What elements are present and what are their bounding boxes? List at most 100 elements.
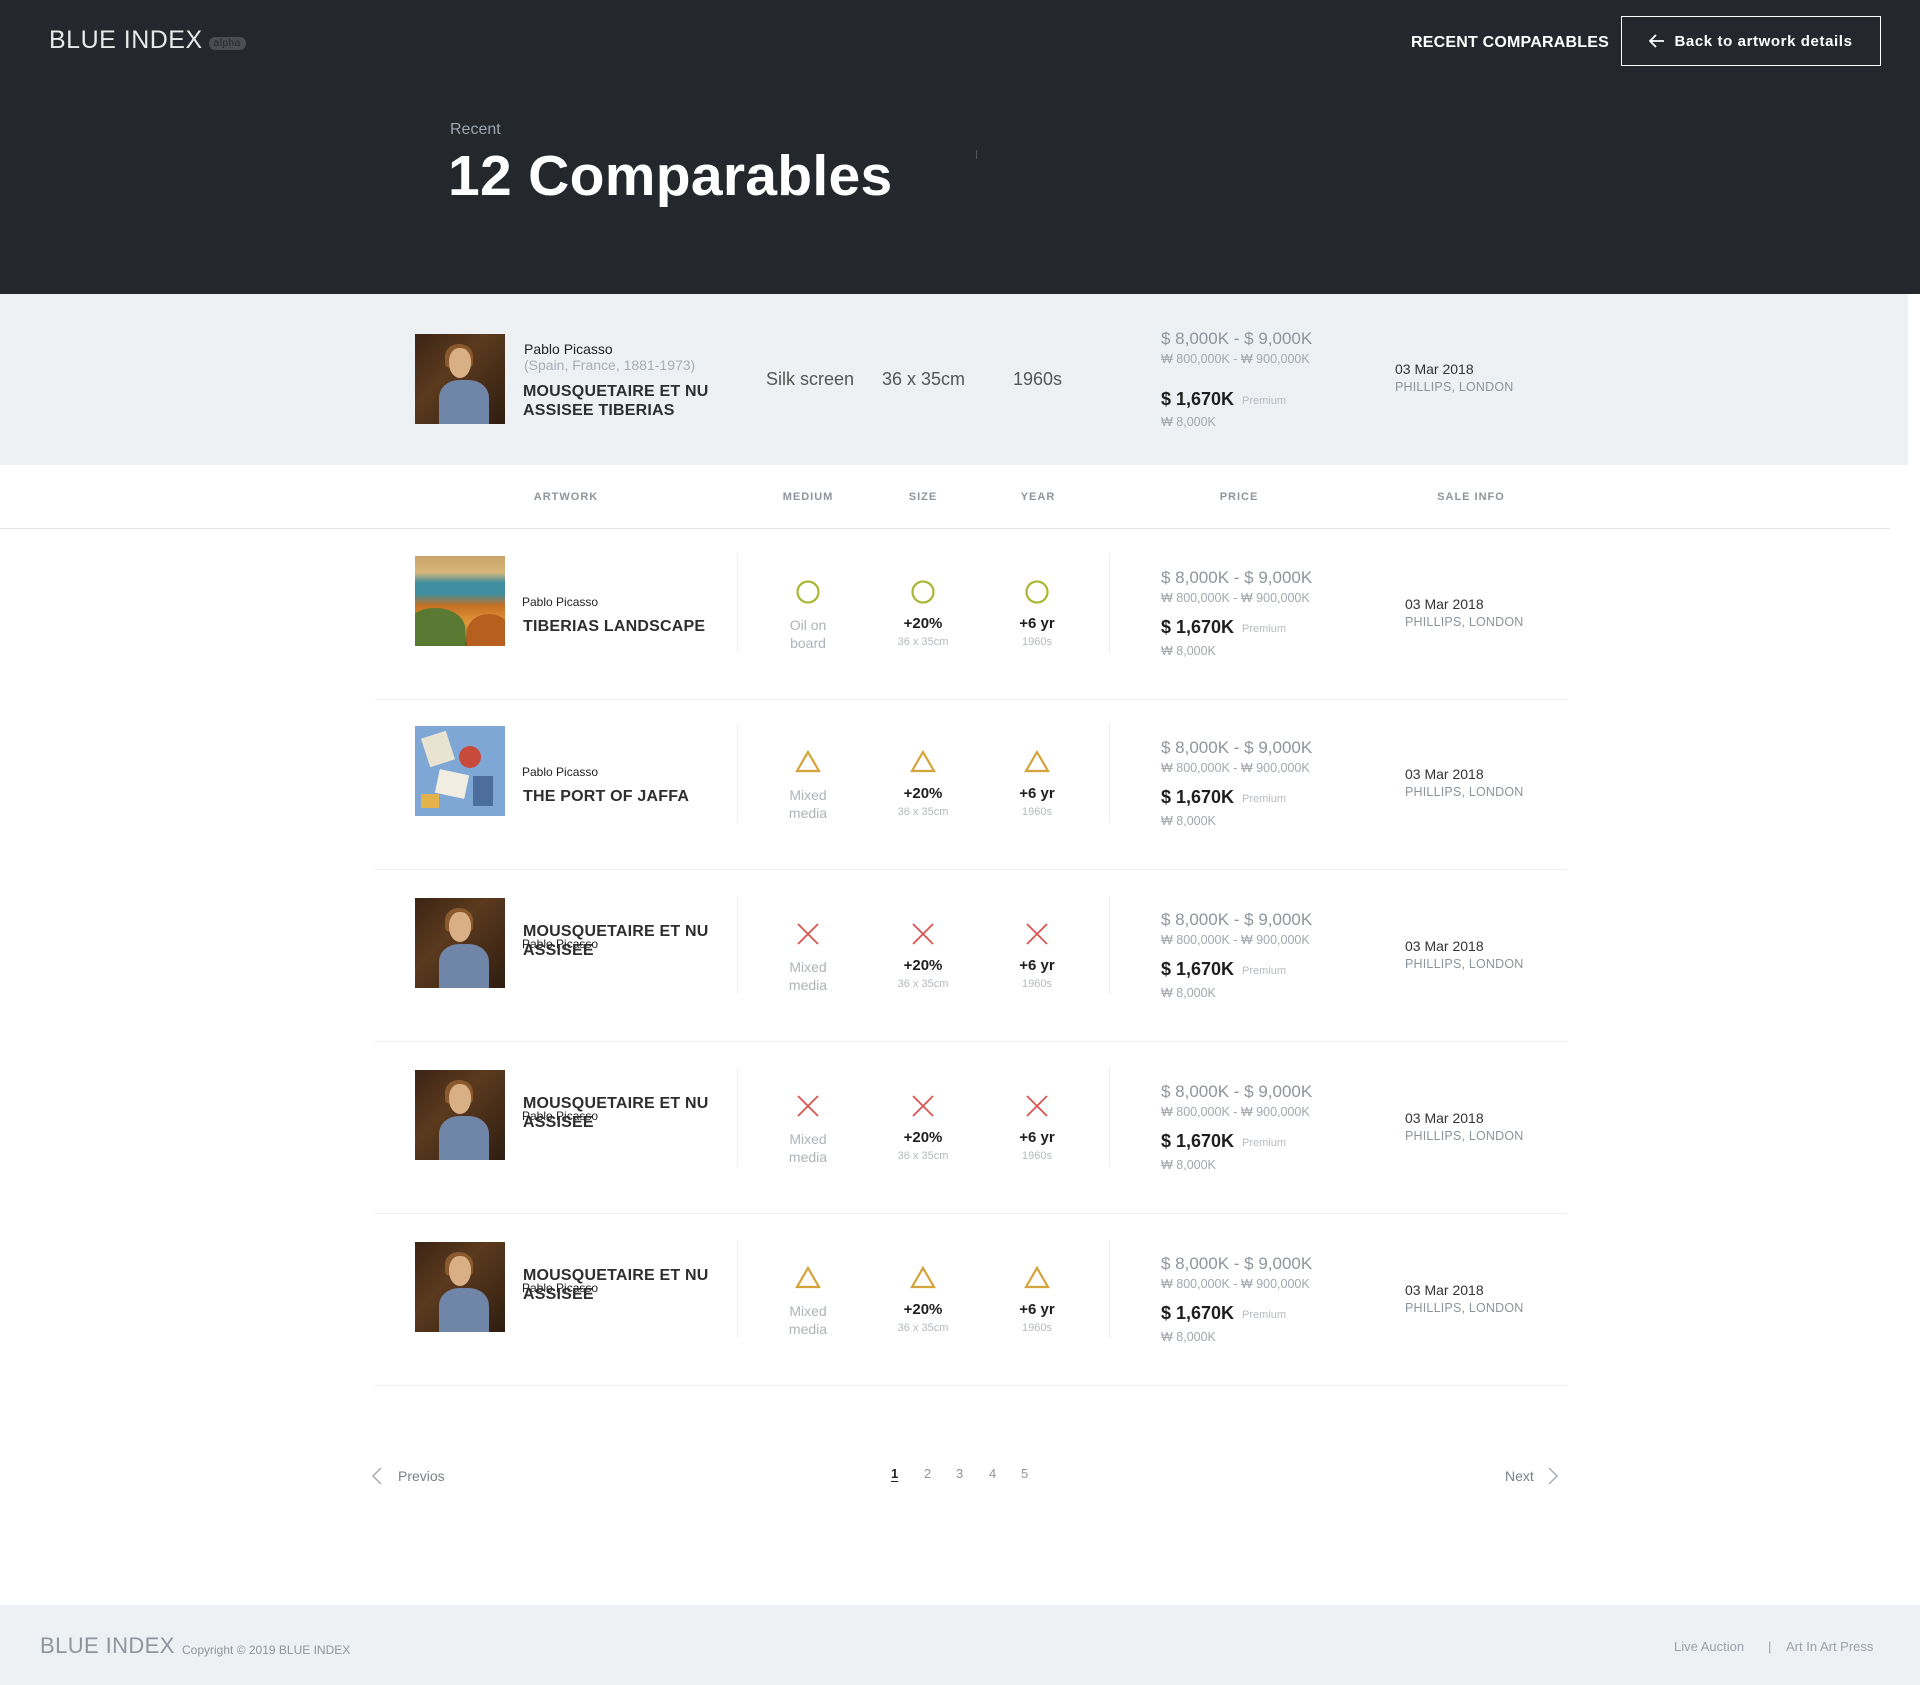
pagination-page-5[interactable]: 5 bbox=[1021, 1466, 1028, 1481]
estimate-krw: ₩ 800,000K - ₩ 900,000K bbox=[1161, 761, 1310, 775]
footer-link-art-press[interactable]: Art In Art Press bbox=[1786, 1639, 1873, 1654]
reference-premium-label: Premium bbox=[1242, 395, 1287, 407]
reference-artist: Pablo Picasso bbox=[524, 341, 613, 357]
triangle-match-icon bbox=[1023, 748, 1051, 776]
year-value: 1960s bbox=[1022, 806, 1052, 818]
reference-title[interactable]: MOUSQUETAIRE ET NU ASSISEE TIBERIAS bbox=[523, 382, 723, 420]
artwork-thumbnail[interactable] bbox=[415, 726, 505, 816]
sale-date: 03 Mar 2018 bbox=[1405, 938, 1484, 954]
estimate-krw: ₩ 800,000K - ₩ 900,000K bbox=[1161, 933, 1310, 947]
footer-separator: | bbox=[1768, 1639, 1772, 1654]
artwork-artist: Pablo Picasso bbox=[522, 765, 599, 779]
footer-link-live-auction[interactable]: Live Auction bbox=[1674, 1639, 1744, 1654]
artwork-title[interactable]: MOUSQUETAIRE ET NU ASSISEE bbox=[523, 1094, 713, 1132]
medium-value: Mixed media bbox=[788, 959, 828, 993]
pagination-page-4[interactable]: 4 bbox=[989, 1466, 996, 1481]
premium-label: Premium bbox=[1242, 623, 1287, 635]
footer: BLUE INDEX Copyright © 2019 BLUE INDEX L… bbox=[0, 1605, 1920, 1685]
sale-date: 03 Mar 2018 bbox=[1405, 1282, 1484, 1298]
reference-estimate-krw: ₩ 800,000K - ₩ 900,000K bbox=[1161, 352, 1310, 366]
size-diff: +20% bbox=[903, 615, 943, 632]
artwork-thumbnail[interactable] bbox=[415, 898, 505, 988]
column-divider bbox=[737, 554, 738, 652]
artwork-thumbnail[interactable] bbox=[415, 1070, 505, 1160]
sale-house: PHILLIPS, LONDON bbox=[1405, 957, 1524, 971]
circle-match-icon bbox=[909, 578, 937, 606]
estimate-usd: $ 8,000K - $ 9,000K bbox=[1161, 1082, 1313, 1101]
logo[interactable]: BLUE INDEX alpha bbox=[49, 26, 246, 55]
size-value: 36 x 35cm bbox=[897, 806, 949, 818]
year-diff: +6 yr bbox=[1019, 785, 1055, 802]
reference-price-usd: $ 1,670K bbox=[1161, 389, 1235, 409]
triangle-match-icon bbox=[909, 748, 937, 776]
column-header-medium[interactable]: MEDIUM bbox=[783, 491, 834, 503]
column-divider bbox=[737, 1068, 738, 1166]
triangle-match-icon bbox=[1023, 1264, 1051, 1292]
cross-mismatch-icon bbox=[1023, 1092, 1051, 1120]
artwork-title[interactable]: MOUSQUETAIRE ET NU ASSISEE bbox=[523, 1266, 713, 1304]
medium-value: Mixed media bbox=[788, 1131, 828, 1165]
size-diff: +20% bbox=[903, 1129, 943, 1146]
sale-house: PHILLIPS, LONDON bbox=[1405, 615, 1524, 629]
artwork-artist: Pablo Picasso bbox=[522, 595, 599, 609]
year-value: 1960s bbox=[1022, 978, 1052, 990]
nav-recent-comparables[interactable]: RECENT COMPARABLES bbox=[1411, 34, 1609, 52]
triangle-match-icon bbox=[909, 1264, 937, 1292]
pagination-page-2[interactable]: 2 bbox=[924, 1466, 931, 1481]
column-divider bbox=[1109, 1068, 1110, 1166]
footer-logo[interactable]: BLUE INDEX bbox=[40, 1633, 175, 1659]
sale-date: 03 Mar 2018 bbox=[1405, 766, 1484, 782]
column-divider bbox=[1109, 1240, 1110, 1338]
row-divider bbox=[375, 1385, 1567, 1386]
year-diff: +6 yr bbox=[1019, 1301, 1055, 1318]
pagination-prev-label: Previos bbox=[398, 1468, 445, 1484]
pagination-next[interactable]: Next bbox=[1505, 1467, 1558, 1485]
chevron-left-icon bbox=[372, 1467, 382, 1485]
pagination-page-3[interactable]: 3 bbox=[956, 1466, 963, 1481]
artwork-thumbnail[interactable] bbox=[415, 556, 505, 646]
row-divider bbox=[375, 1041, 1567, 1042]
sale-house: PHILLIPS, LONDON bbox=[1405, 785, 1524, 799]
column-header-size[interactable]: SIZE bbox=[909, 491, 937, 503]
year-diff: +6 yr bbox=[1019, 615, 1055, 632]
pagination-next-label: Next bbox=[1505, 1468, 1534, 1484]
sale-house: PHILLIPS, LONDON bbox=[1405, 1301, 1524, 1315]
column-header-sale-info[interactable]: SALE INFO bbox=[1437, 491, 1505, 503]
reference-sale-date: 03 Mar 2018 bbox=[1395, 361, 1474, 377]
price-krw: ₩ 8,000K bbox=[1161, 644, 1216, 658]
reference-estimate-usd: $ 8,000K - $ 9,000K bbox=[1161, 329, 1313, 348]
pagination-page-1[interactable]: 1 bbox=[891, 1466, 898, 1481]
year-diff: +6 yr bbox=[1019, 1129, 1055, 1146]
price-usd: $ 1,670K bbox=[1161, 617, 1235, 637]
divider bbox=[976, 150, 977, 159]
page-title: 12 Comparables bbox=[448, 144, 893, 208]
row-divider bbox=[375, 1213, 1567, 1214]
reference-thumbnail[interactable] bbox=[415, 334, 505, 424]
artwork-thumbnail[interactable] bbox=[415, 1242, 505, 1332]
estimate-usd: $ 8,000K - $ 9,000K bbox=[1161, 568, 1313, 587]
cross-mismatch-icon bbox=[794, 920, 822, 948]
logo-badge: alpha bbox=[208, 37, 246, 50]
header-divider bbox=[0, 528, 1890, 529]
eyebrow: Recent bbox=[450, 121, 501, 138]
back-to-artwork-button[interactable]: Back to artwork details bbox=[1621, 16, 1881, 66]
pagination-prev[interactable]: Previos bbox=[372, 1467, 445, 1485]
estimate-krw: ₩ 800,000K - ₩ 900,000K bbox=[1161, 591, 1310, 605]
medium-value: Oil on board bbox=[789, 617, 827, 651]
row-divider bbox=[375, 699, 1567, 700]
artwork-title[interactable]: MOUSQUETAIRE ET NU ASSISEE bbox=[523, 922, 713, 960]
price-krw: ₩ 8,000K bbox=[1161, 1158, 1216, 1172]
price-krw: ₩ 8,000K bbox=[1161, 1330, 1216, 1344]
artwork-title[interactable]: THE PORT OF JAFFA bbox=[523, 787, 713, 806]
column-header-year[interactable]: YEAR bbox=[1021, 491, 1056, 503]
column-header-artwork[interactable]: ARTWORK bbox=[534, 491, 598, 503]
artwork-title[interactable]: TIBERIAS LANDSCAPE bbox=[523, 617, 713, 636]
medium-value: Mixed media bbox=[788, 1303, 828, 1337]
size-diff: +20% bbox=[903, 957, 943, 974]
column-header-price[interactable]: PRICE bbox=[1220, 491, 1259, 503]
estimate-usd: $ 8,000K - $ 9,000K bbox=[1161, 738, 1313, 757]
reference-medium: Silk screen bbox=[766, 369, 855, 389]
premium-label: Premium bbox=[1242, 793, 1287, 805]
size-value: 36 x 35cm bbox=[897, 1150, 949, 1162]
estimate-usd: $ 8,000K - $ 9,000K bbox=[1161, 1254, 1313, 1273]
